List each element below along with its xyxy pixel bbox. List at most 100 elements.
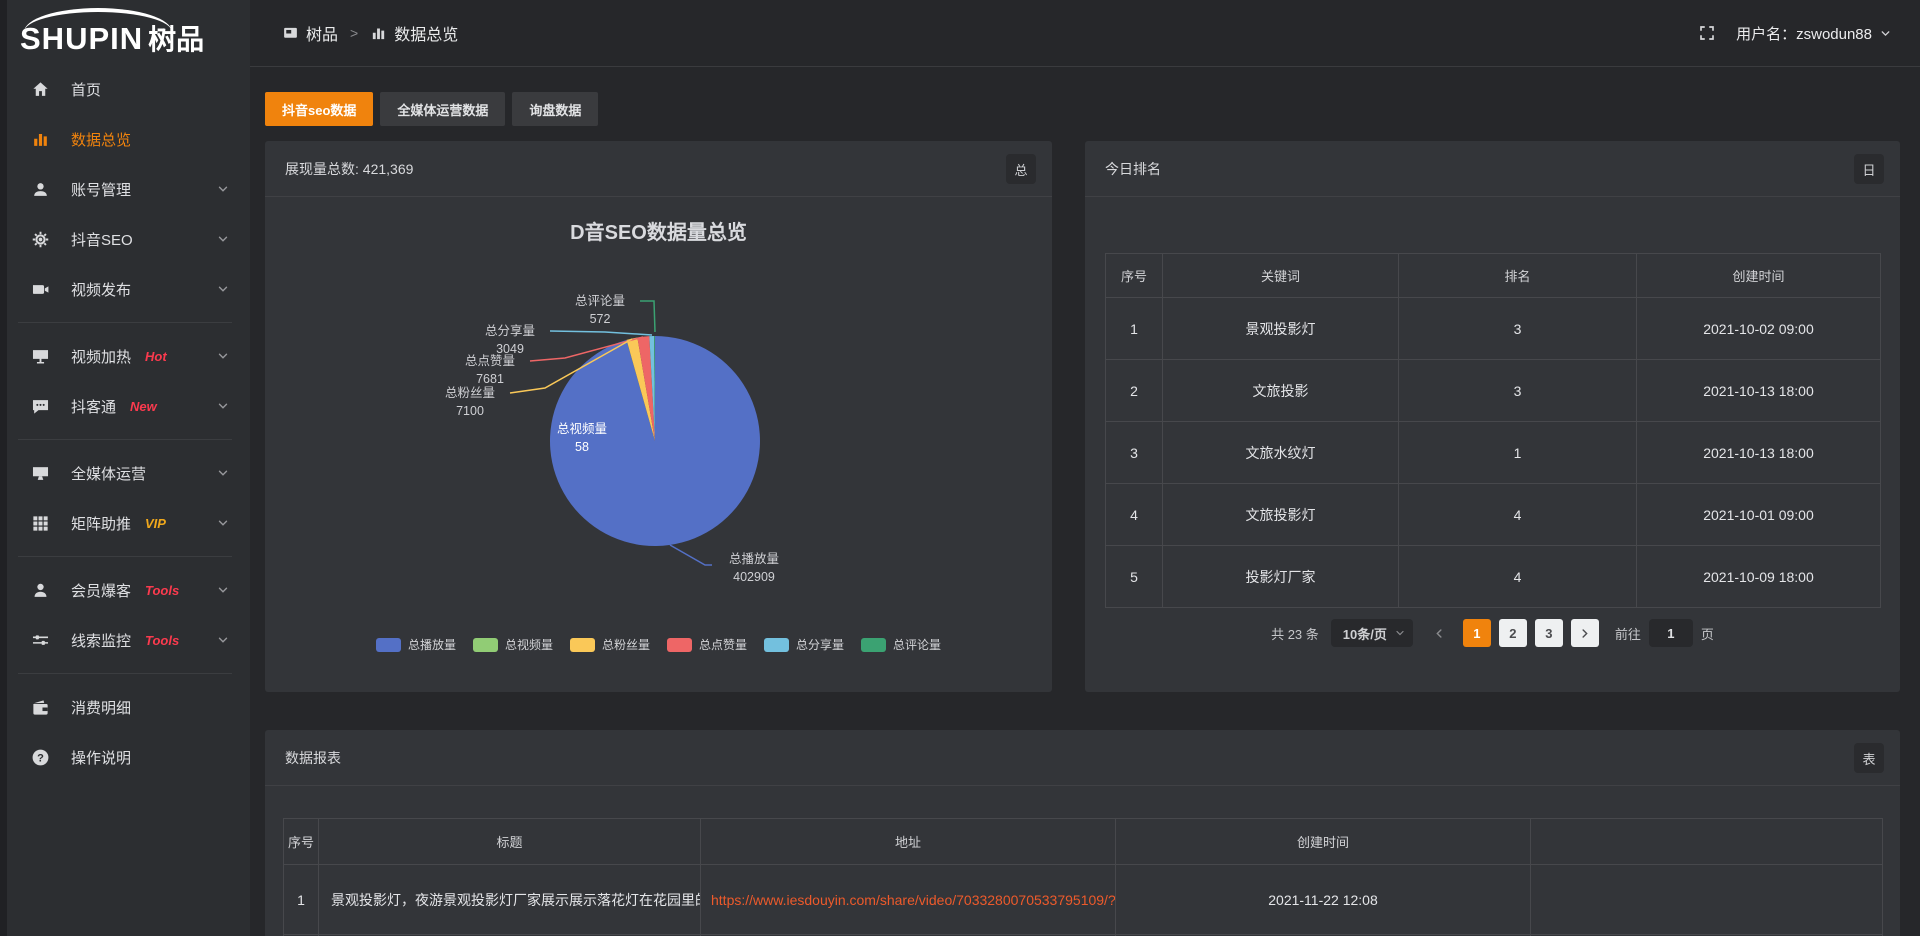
sidebar-item[interactable]: 首页 xyxy=(0,64,250,114)
sidebar-item-label: 线索监控 xyxy=(71,630,131,651)
logo-brand-en: SHUPIN xyxy=(20,21,143,57)
user-icon xyxy=(31,180,50,199)
rank-table-row: 1 景观投影灯 3 2021-10-02 09:00 xyxy=(1106,298,1881,360)
sidebar-item[interactable]: ? 操作说明 xyxy=(0,732,250,782)
rank-panel-title: 今日排名 xyxy=(1085,141,1900,197)
chart-panel-header: 展现量总数: 421,369 xyxy=(265,141,1052,197)
cell-no: 3 xyxy=(1106,422,1163,484)
gear-icon xyxy=(31,230,50,249)
total-toggle-button[interactable]: 总 xyxy=(1006,154,1036,184)
chevron-down-icon xyxy=(216,633,230,647)
pie-chart: D音SEO数据量总览 总评论量572 总分享量3049 总点赞量7681 xyxy=(265,198,1052,692)
report-column-header: 地址 xyxy=(701,819,1116,865)
sidebar-nav: 首页 数据总览 账号管理 xyxy=(0,64,250,782)
tab[interactable]: 抖音seo数据 xyxy=(265,92,373,126)
breadcrumb: 树品 > 数据总览 xyxy=(282,21,458,45)
sidebar-item-label: 会员爆客 xyxy=(71,580,131,601)
sidebar-item[interactable]: 抖客通 New xyxy=(0,381,250,431)
sidebar-item[interactable]: 线索监控 Tools xyxy=(0,615,250,665)
user-menu[interactable]: 用户名：zswodun88 xyxy=(1736,23,1892,44)
question-icon: ? xyxy=(31,748,50,767)
sidebar-item[interactable]: 会员爆客 Tools xyxy=(0,565,250,615)
tab[interactable]: 询盘数据 xyxy=(512,92,598,126)
legend-swatch xyxy=(667,638,692,652)
page-unit-label: 页 xyxy=(1701,624,1714,643)
next-page-button[interactable] xyxy=(1571,619,1599,647)
bar-chart-icon xyxy=(370,25,387,42)
legend-item[interactable]: 总分享量 xyxy=(764,636,844,653)
goto-page-input[interactable] xyxy=(1649,619,1693,647)
legend-swatch xyxy=(473,638,498,652)
legend-item[interactable]: 总粉丝量 xyxy=(570,636,650,653)
report-table-row: 1 景观投影灯，夜游景观投影灯厂家展示展示落花灯在花园里的灯光投影应用效果 # … xyxy=(284,865,1883,935)
page-number-button[interactable]: 2 xyxy=(1499,619,1527,647)
rank-table: 序号关键词排名创建时间 1 景观投影灯 3 2021-10-02 09:00 2… xyxy=(1105,253,1881,608)
sidebar-item[interactable]: 数据总览 xyxy=(0,114,250,164)
breadcrumb-home[interactable]: 树品 xyxy=(282,21,338,45)
rank-table-row: 5 投影灯厂家 4 2021-10-09 18:00 xyxy=(1106,546,1881,608)
dashboard-page: SHUPIN 树品 首页 数据总览 xyxy=(0,0,1920,936)
legend-item[interactable]: 总评论量 xyxy=(861,636,941,653)
app-icon xyxy=(282,25,299,42)
cell-rank: 4 xyxy=(1399,546,1637,608)
sidebar-item[interactable]: 视频发布 xyxy=(0,264,250,314)
home-icon xyxy=(31,80,50,99)
breadcrumb-current[interactable]: 数据总览 xyxy=(370,21,458,45)
cell-extra xyxy=(1531,865,1883,935)
sidebar-item[interactable]: 矩阵助推 VIP xyxy=(0,498,250,548)
legend-item[interactable]: 总点赞量 xyxy=(667,636,747,653)
data-tabs: 抖音seo数据 全媒体运营数据 询盘数据 xyxy=(265,92,598,126)
page-number-button[interactable]: 1 xyxy=(1463,619,1491,647)
monitor-icon xyxy=(31,464,50,483)
sidebar-item[interactable]: 全媒体运营 xyxy=(0,448,250,498)
sidebar-item-label: 首页 xyxy=(71,79,101,100)
chevron-down-icon xyxy=(1394,627,1406,639)
report-panel: 数据报表 表 序号标题地址创建时间 1 景观投影灯，夜游景观投影灯厂家展示展示落… xyxy=(265,730,1900,936)
sidebar-divider xyxy=(18,439,232,440)
sidebar-item-badge: Tools xyxy=(145,583,179,598)
report-column-header: 创建时间 xyxy=(1116,819,1531,865)
day-toggle-button[interactable]: 日 xyxy=(1854,154,1884,184)
chevron-down-icon xyxy=(216,282,230,296)
topbar: 树品 > 数据总览 用户名：zswodun88 xyxy=(250,0,1920,67)
legend-label: 总粉丝量 xyxy=(602,636,650,653)
chevron-down-icon xyxy=(216,182,230,196)
page-size-select[interactable]: 10条/页 xyxy=(1331,619,1413,647)
sidebar-item[interactable]: 消费明细 xyxy=(0,682,250,732)
rank-table-row: 3 文旅水纹灯 1 2021-10-13 18:00 xyxy=(1106,422,1881,484)
rank-panel: 今日排名 日 序号关键词排名创建时间 1 景观投影灯 3 2021-10-02 … xyxy=(1085,141,1900,692)
cell-rank: 3 xyxy=(1399,360,1637,422)
wallet-icon xyxy=(31,698,50,717)
cell-keyword: 文旅投影 xyxy=(1163,360,1399,422)
sidebar-item-badge: Hot xyxy=(145,349,167,364)
legend-item[interactable]: 总视频量 xyxy=(473,636,553,653)
pie-chart-svg[interactable] xyxy=(265,198,1052,692)
cell-created: 2021-10-13 18:00 xyxy=(1637,360,1881,422)
sidebar-item[interactable]: 抖音SEO xyxy=(0,214,250,264)
legend-swatch xyxy=(570,638,595,652)
page-number-button[interactable]: 3 xyxy=(1535,619,1563,647)
report-table-header: 序号标题地址创建时间 xyxy=(284,819,1883,865)
chevron-right-icon xyxy=(1578,627,1591,640)
sidebar-item[interactable]: 账号管理 xyxy=(0,164,250,214)
rank-table-header: 序号关键词排名创建时间 xyxy=(1106,254,1881,298)
cell-rank: 4 xyxy=(1399,484,1637,546)
prev-page-button[interactable] xyxy=(1429,619,1451,647)
video-link[interactable]: https://www.iesdouyin.com/share/video/70… xyxy=(711,892,1116,908)
legend-label: 总点赞量 xyxy=(699,636,747,653)
chevron-down-icon xyxy=(216,516,230,530)
legend-item[interactable]: 总播放量 xyxy=(376,636,456,653)
legend-swatch xyxy=(376,638,401,652)
sidebar-divider xyxy=(18,322,232,323)
sidebar-item[interactable]: 视频加热 Hot xyxy=(0,331,250,381)
tab[interactable]: 全媒体运营数据 xyxy=(380,92,505,126)
chevron-down-icon xyxy=(1879,27,1892,40)
fullscreen-icon[interactable] xyxy=(1698,24,1716,42)
chart-panel: 展现量总数: 421,369 总 D音SEO数据量总览 总评论量572 总分享量… xyxy=(265,141,1052,692)
table-toggle-button[interactable]: 表 xyxy=(1854,743,1884,773)
sidebar-item-badge: New xyxy=(130,399,157,414)
cell-keyword: 景观投影灯 xyxy=(1163,298,1399,360)
pie-label-comments: 总评论量572 xyxy=(560,292,640,328)
report-panel-title: 数据报表 xyxy=(265,730,1900,786)
cell-title: 景观投影灯，夜游景观投影灯厂家展示展示落花灯在花园里的灯光投影应用效果 # xyxy=(319,865,701,935)
